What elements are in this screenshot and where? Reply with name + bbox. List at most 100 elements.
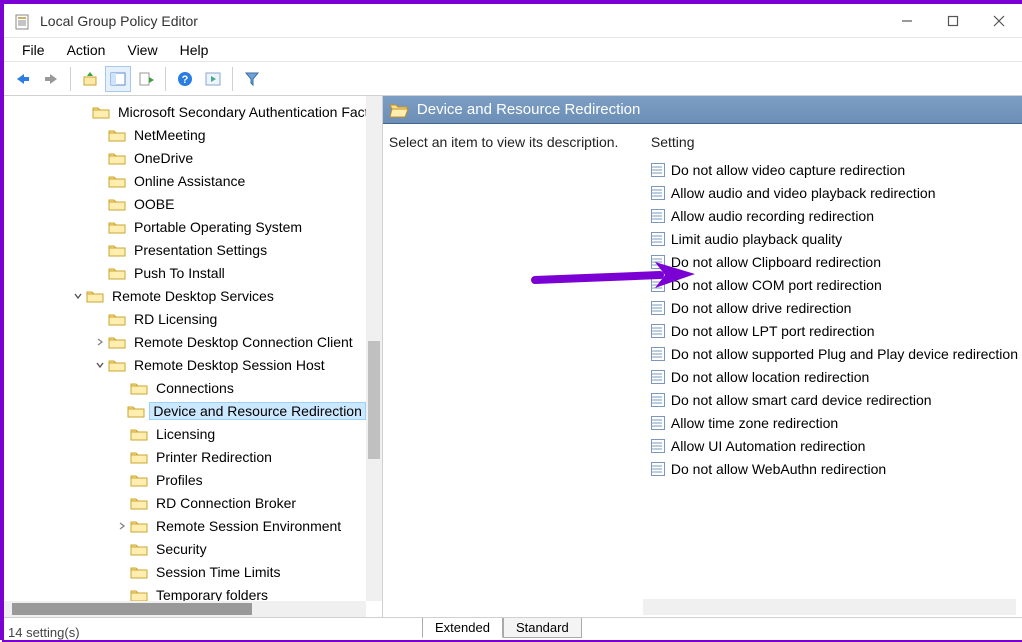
minimize-button[interactable]: [884, 5, 930, 37]
policy-setting-icon: [649, 460, 667, 478]
tree[interactable]: Microsoft Secondary Authentication Facto…: [4, 96, 366, 601]
menu-help[interactable]: Help: [170, 40, 219, 60]
tree-item-label: Remote Desktop Connection Client: [130, 333, 357, 351]
tree-item-label: Session Time Limits: [152, 563, 284, 581]
maximize-button[interactable]: [930, 5, 976, 37]
tree-vertical-scrollbar[interactable]: [366, 96, 382, 601]
main-split: Microsoft Secondary Authentication Facto…: [4, 96, 1022, 618]
details-panel: Device and Resource Redirection Select a…: [383, 96, 1022, 617]
tree-item[interactable]: RD Connection Broker: [4, 491, 366, 514]
toolbar-back-button[interactable]: [10, 66, 36, 92]
policy-setting-icon: [649, 299, 667, 317]
toolbar-help-button[interactable]: ?: [172, 66, 198, 92]
setting-item[interactable]: Limit audio playback quality: [647, 227, 1018, 250]
tree-item-label: OneDrive: [130, 149, 197, 167]
setting-label: Do not allow location redirection: [671, 369, 869, 385]
tree-item-label: Printer Redirection: [152, 448, 276, 466]
toolbar-properties-button[interactable]: [200, 66, 226, 92]
menu-view[interactable]: View: [117, 40, 167, 60]
tree-item[interactable]: Device and Resource Redirection: [4, 399, 366, 422]
chevron-down-icon[interactable]: [92, 360, 108, 370]
tree-item[interactable]: Portable Operating System: [4, 215, 366, 238]
policy-setting-icon: [649, 322, 667, 340]
setting-item[interactable]: Do not allow Clipboard redirection: [647, 250, 1018, 273]
tree-horizontal-scrollbar[interactable]: [4, 601, 366, 617]
tree-item-label: Device and Resource Redirection: [149, 402, 366, 420]
tree-item[interactable]: OOBE: [4, 192, 366, 215]
policy-setting-icon: [649, 161, 667, 179]
folder-icon: [130, 565, 148, 579]
tree-panel: Microsoft Secondary Authentication Facto…: [4, 96, 383, 617]
setting-item[interactable]: Do not allow supported Plug and Play dev…: [647, 342, 1018, 365]
toolbar-forward-button[interactable]: [38, 66, 64, 92]
tree-item[interactable]: Remote Desktop Connection Client: [4, 330, 366, 353]
setting-item[interactable]: Do not allow drive redirection: [647, 296, 1018, 319]
tree-item[interactable]: Presentation Settings: [4, 238, 366, 261]
setting-item[interactable]: Allow audio and video playback redirecti…: [647, 181, 1018, 204]
tab-extended[interactable]: Extended: [422, 618, 503, 638]
details-description: Select an item to view its description.: [389, 134, 647, 480]
tree-item[interactable]: Printer Redirection: [4, 445, 366, 468]
toolbar-separator: [232, 67, 233, 91]
setting-label: Do not allow video capture redirection: [671, 162, 905, 178]
tree-item-label: Temporary folders: [152, 586, 272, 602]
setting-item[interactable]: Allow audio recording redirection: [647, 204, 1018, 227]
folder-icon: [127, 404, 145, 418]
policy-setting-icon: [649, 253, 667, 271]
setting-label: Do not allow WebAuthn redirection: [671, 461, 886, 477]
tree-item-label: NetMeeting: [130, 126, 210, 144]
folder-icon: [108, 243, 126, 257]
tree-item-label: Remote Desktop Services: [108, 287, 278, 305]
tree-item[interactable]: Remote Session Environment: [4, 514, 366, 537]
setting-item[interactable]: Do not allow smart card device redirecti…: [647, 388, 1018, 411]
setting-item[interactable]: Allow UI Automation redirection: [647, 434, 1018, 457]
toolbar-filter-button[interactable]: [239, 66, 265, 92]
tree-item[interactable]: OneDrive: [4, 146, 366, 169]
settings-list[interactable]: Do not allow video capture redirection Al…: [647, 156, 1018, 480]
tree-item[interactable]: RD Licensing: [4, 307, 366, 330]
setting-item[interactable]: Do not allow LPT port redirection: [647, 319, 1018, 342]
setting-item[interactable]: Do not allow WebAuthn redirection: [647, 457, 1018, 480]
tree-item-label: RD Licensing: [130, 310, 221, 328]
tab-standard[interactable]: Standard: [503, 618, 582, 638]
gpedit-app-icon: [14, 12, 32, 30]
toolbar-export-button[interactable]: [133, 66, 159, 92]
settings-horizontal-scrollbar[interactable]: [643, 599, 1016, 615]
chevron-right-icon[interactable]: [92, 337, 108, 347]
tree-item[interactable]: Remote Desktop Services: [4, 284, 366, 307]
folder-open-icon: [389, 102, 409, 118]
tree-item[interactable]: Online Assistance: [4, 169, 366, 192]
view-tabs: Extended Standard: [422, 616, 582, 638]
chevron-down-icon[interactable]: [70, 291, 86, 301]
setting-label: Do not allow smart card device redirecti…: [671, 392, 932, 408]
tree-item[interactable]: Profiles: [4, 468, 366, 491]
menu-action[interactable]: Action: [57, 40, 116, 60]
settings-column-header[interactable]: Setting: [647, 134, 1018, 156]
tree-item[interactable]: NetMeeting: [4, 123, 366, 146]
tree-item[interactable]: Push To Install: [4, 261, 366, 284]
setting-item[interactable]: Allow time zone redirection: [647, 411, 1018, 434]
tree-item[interactable]: Microsoft Secondary Authentication Facto…: [4, 100, 366, 123]
menu-file[interactable]: File: [12, 40, 55, 60]
close-button[interactable]: [976, 5, 1022, 37]
tree-item[interactable]: Temporary folders: [4, 583, 366, 601]
toolbar-up-button[interactable]: [77, 66, 103, 92]
policy-setting-icon: [649, 437, 667, 455]
tree-item-label: Portable Operating System: [130, 218, 306, 236]
chevron-right-icon[interactable]: [114, 521, 130, 531]
setting-item[interactable]: Do not allow video capture redirection: [647, 158, 1018, 181]
tree-item[interactable]: Licensing: [4, 422, 366, 445]
toolbar-show-hide-tree-button[interactable]: [105, 66, 131, 92]
folder-icon: [108, 220, 126, 234]
setting-item[interactable]: Do not allow location redirection: [647, 365, 1018, 388]
tree-item[interactable]: Connections: [4, 376, 366, 399]
setting-label: Limit audio playback quality: [671, 231, 842, 247]
tree-item[interactable]: Session Time Limits: [4, 560, 366, 583]
folder-icon: [108, 128, 126, 142]
setting-item[interactable]: Do not allow COM port redirection: [647, 273, 1018, 296]
policy-setting-icon: [649, 276, 667, 294]
tree-item[interactable]: Remote Desktop Session Host: [4, 353, 366, 376]
tree-item[interactable]: Security: [4, 537, 366, 560]
folder-icon: [108, 358, 126, 372]
folder-icon: [130, 542, 148, 556]
